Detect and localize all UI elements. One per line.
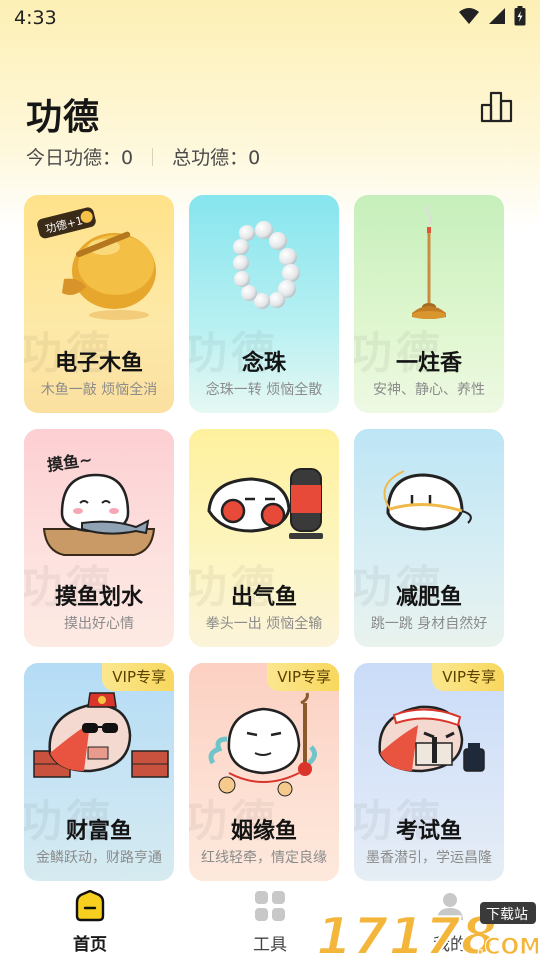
status-icons — [458, 6, 526, 26]
site-watermark-logo: 17178 下载站 .COM — [316, 902, 538, 960]
card-slacking-fish[interactable]: 功德 摸鱼~ 摸鱼划水 摸出好心情 — [24, 429, 174, 647]
today-merit: 今日功德：0 — [26, 147, 134, 169]
card-incense[interactable]: 功德 一炷香 安神、静心、养性 — [354, 195, 504, 413]
card-title: 摸鱼划水 — [54, 585, 143, 610]
card-prayer-beads[interactable]: 功德 念珠 念珠一转 烦恼全散 — [189, 195, 339, 413]
battery-icon — [514, 6, 526, 26]
card-subtitle: 木鱼一敲 烦恼全消 — [40, 382, 158, 398]
card-subtitle: 金鳞跃动，财路亨通 — [36, 850, 162, 866]
card-title: 财富鱼 — [65, 819, 132, 844]
art-label: 摸鱼~ — [46, 450, 94, 475]
card-subtitle: 墨香潜引，学运昌隆 — [366, 850, 492, 866]
watermark-tag: 下载站 — [486, 907, 528, 923]
vip-badge: VIP专享 — [432, 663, 504, 691]
card-title: 考试鱼 — [395, 819, 462, 844]
card-wealth-fish[interactable]: 功德 VIP专享 财富鱼 金鳞跃动，财路亨通 — [24, 663, 174, 881]
prayer-beads-icon — [233, 221, 300, 309]
nav-label: 首页 — [73, 935, 107, 955]
nav-label: 工具 — [253, 935, 287, 955]
wifi-icon — [459, 8, 479, 24]
statistics-button[interactable] — [480, 90, 514, 124]
home-icon — [75, 889, 105, 922]
card-romance-fish[interactable]: 功德 VIP专享 姻缘鱼 红线轻牵，情定良缘 — [189, 663, 339, 881]
fitness-fish-icon — [383, 470, 472, 531]
card-fitness-fish[interactable]: 功德 减肥鱼 跳一跳 身材自然好 — [354, 429, 504, 647]
card-punching-fish[interactable]: 功德 出气鱼 拳头一出 烦恼全输 — [189, 429, 339, 647]
wooden-fish-icon: 功德+1 — [37, 207, 156, 320]
card-title: 出气鱼 — [230, 585, 297, 610]
nav-item-tools[interactable]: 工具 — [215, 890, 325, 955]
bar-chart-icon — [480, 91, 513, 123]
card-subtitle: 念珠一转 烦恼全散 — [205, 382, 323, 398]
status-time: 4:33 — [14, 7, 57, 29]
slacking-fish-icon: 摸鱼~ — [42, 450, 156, 556]
vip-badge: VIP专享 — [102, 663, 174, 691]
card-subtitle: 摸出好心情 — [64, 616, 134, 632]
incense-icon — [412, 204, 446, 319]
status-bar: 4:33 — [0, 0, 540, 36]
stats-divider — [152, 147, 154, 166]
grid-icon — [255, 891, 285, 921]
total-merit: 总功德：0 — [172, 147, 261, 169]
watermark-number: 17178 — [316, 907, 497, 960]
card-subtitle: 安神、静心、养性 — [373, 382, 485, 398]
page-title: 功德 — [26, 97, 101, 138]
card-wooden-fish[interactable]: 功德 功德+1 电子木鱼 木鱼一敲 烦恼全消 — [24, 195, 174, 413]
card-subtitle: 拳头一出 烦恼全输 — [205, 616, 323, 632]
card-title: 姻缘鱼 — [230, 819, 297, 844]
watermark-suffix: .COM — [476, 935, 538, 960]
signal-icon — [489, 8, 505, 24]
card-exam-fish[interactable]: 功德 VIP专享 考试鱼 墨香潜引，学运昌隆 — [354, 663, 504, 881]
card-title: 电子木鱼 — [54, 351, 143, 376]
card-subtitle: 红线轻牵，情定良缘 — [201, 850, 327, 866]
punching-fish-icon — [207, 468, 323, 539]
merit-stats: 今日功德：0 总功德：0 — [26, 143, 260, 170]
vip-badge: VIP专享 — [267, 663, 339, 691]
card-subtitle: 跳一跳 身材自然好 — [370, 616, 488, 632]
card-title: 念珠 — [241, 351, 286, 376]
card-title: 一炷香 — [395, 351, 462, 376]
nav-item-home[interactable]: 首页 — [35, 889, 145, 955]
feature-grid: 功德 功德+1 电子木鱼 木鱼一敲 烦恼全消 功德 念珠 念珠一转 烦恼全散 功… — [24, 195, 504, 883]
card-title: 减肥鱼 — [395, 585, 462, 610]
